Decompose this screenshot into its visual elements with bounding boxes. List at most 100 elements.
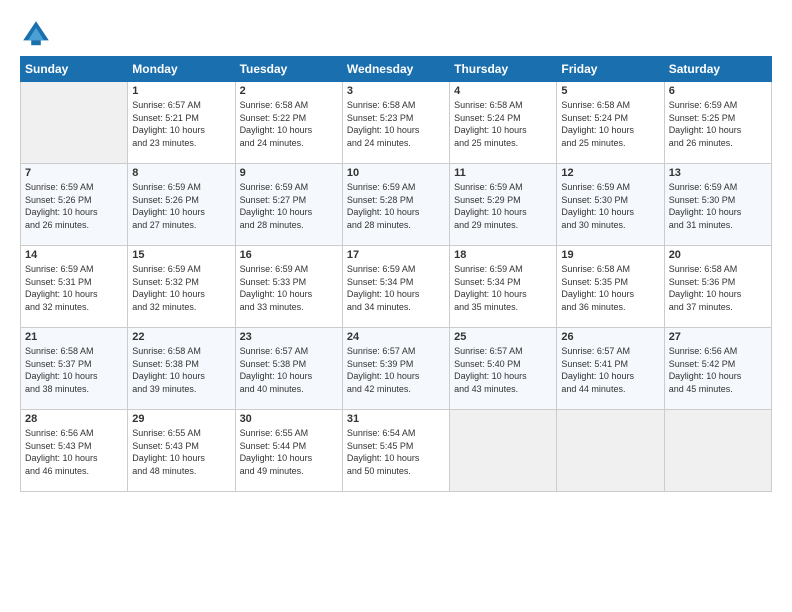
day-number: 17	[347, 249, 445, 261]
day-number: 27	[669, 331, 767, 343]
day-cell: 21 Sunrise: 6:58 AM Sunset: 5:37 PM Dayli…	[21, 328, 128, 410]
day-number: 3	[347, 85, 445, 97]
day-cell: 3 Sunrise: 6:58 AM Sunset: 5:23 PM Daylig…	[342, 82, 449, 164]
day-info: Sunrise: 6:59 AM Sunset: 5:28 PM Dayligh…	[347, 181, 445, 231]
header-day: Friday	[557, 57, 664, 82]
day-number: 30	[240, 413, 338, 425]
day-number: 2	[240, 85, 338, 97]
day-cell: 29 Sunrise: 6:55 AM Sunset: 5:43 PM Dayli…	[128, 410, 235, 492]
day-cell: 9 Sunrise: 6:59 AM Sunset: 5:27 PM Daylig…	[235, 164, 342, 246]
day-number: 12	[561, 167, 659, 179]
day-number: 22	[132, 331, 230, 343]
day-info: Sunrise: 6:57 AM Sunset: 5:41 PM Dayligh…	[561, 345, 659, 395]
day-info: Sunrise: 6:58 AM Sunset: 5:38 PM Dayligh…	[132, 345, 230, 395]
day-cell: 4 Sunrise: 6:58 AM Sunset: 5:24 PM Daylig…	[450, 82, 557, 164]
day-cell: 20 Sunrise: 6:58 AM Sunset: 5:36 PM Dayli…	[664, 246, 771, 328]
day-info: Sunrise: 6:55 AM Sunset: 5:44 PM Dayligh…	[240, 427, 338, 477]
day-cell: 7Sunrise: 6:59 AM Sunset: 5:26 PM Daylig…	[21, 164, 128, 246]
day-cell: 6 Sunrise: 6:59 AM Sunset: 5:25 PM Daylig…	[664, 82, 771, 164]
day-cell: 27 Sunrise: 6:56 AM Sunset: 5:42 PM Dayli…	[664, 328, 771, 410]
day-info: Sunrise: 6:58 AM Sunset: 5:24 PM Dayligh…	[454, 99, 552, 149]
header-day: Sunday	[21, 57, 128, 82]
logo-icon	[20, 18, 52, 50]
day-number: 10	[347, 167, 445, 179]
header-day: Saturday	[664, 57, 771, 82]
day-cell: 12 Sunrise: 6:59 AM Sunset: 5:30 PM Dayli…	[557, 164, 664, 246]
header-day: Thursday	[450, 57, 557, 82]
day-info: Sunrise: 6:59 AM Sunset: 5:30 PM Dayligh…	[561, 181, 659, 231]
day-info: Sunrise: 6:58 AM Sunset: 5:35 PM Dayligh…	[561, 263, 659, 313]
week-row: 1 Sunrise: 6:57 AM Sunset: 5:21 PM Daylig…	[21, 82, 772, 164]
day-number: 25	[454, 331, 552, 343]
day-cell	[664, 410, 771, 492]
day-info: Sunrise: 6:55 AM Sunset: 5:43 PM Dayligh…	[132, 427, 230, 477]
day-cell: 17 Sunrise: 6:59 AM Sunset: 5:34 PM Dayli…	[342, 246, 449, 328]
header-row: SundayMondayTuesdayWednesdayThursdayFrid…	[21, 57, 772, 82]
day-cell	[450, 410, 557, 492]
day-number: 29	[132, 413, 230, 425]
day-number: 4	[454, 85, 552, 97]
day-info: Sunrise: 6:59 AM Sunset: 5:27 PM Dayligh…	[240, 181, 338, 231]
day-cell: 10 Sunrise: 6:59 AM Sunset: 5:28 PM Dayli…	[342, 164, 449, 246]
day-cell: 15 Sunrise: 6:59 AM Sunset: 5:32 PM Dayli…	[128, 246, 235, 328]
day-cell: 14Sunrise: 6:59 AM Sunset: 5:31 PM Dayli…	[21, 246, 128, 328]
day-number: 23	[240, 331, 338, 343]
header-day: Wednesday	[342, 57, 449, 82]
day-number: 16	[240, 249, 338, 261]
day-number: 24	[347, 331, 445, 343]
day-info: Sunrise: 6:58 AM Sunset: 5:37 PM Dayligh…	[25, 345, 123, 395]
day-info: Sunrise: 6:58 AM Sunset: 5:23 PM Dayligh…	[347, 99, 445, 149]
day-number: 20	[669, 249, 767, 261]
day-number: 9	[240, 167, 338, 179]
day-number: 6	[669, 85, 767, 97]
day-info: Sunrise: 6:58 AM Sunset: 5:36 PM Dayligh…	[669, 263, 767, 313]
day-info: Sunrise: 6:59 AM Sunset: 5:31 PM Dayligh…	[25, 263, 123, 313]
day-cell: 31 Sunrise: 6:54 AM Sunset: 5:45 PM Dayli…	[342, 410, 449, 492]
week-row: 21 Sunrise: 6:58 AM Sunset: 5:37 PM Dayli…	[21, 328, 772, 410]
day-info: Sunrise: 6:59 AM Sunset: 5:34 PM Dayligh…	[454, 263, 552, 313]
day-info: Sunrise: 6:57 AM Sunset: 5:21 PM Dayligh…	[132, 99, 230, 149]
day-cell	[557, 410, 664, 492]
day-cell: 24 Sunrise: 6:57 AM Sunset: 5:39 PM Dayli…	[342, 328, 449, 410]
day-number: 18	[454, 249, 552, 261]
day-cell: 18 Sunrise: 6:59 AM Sunset: 5:34 PM Dayli…	[450, 246, 557, 328]
day-cell: 22 Sunrise: 6:58 AM Sunset: 5:38 PM Dayli…	[128, 328, 235, 410]
header-day: Monday	[128, 57, 235, 82]
day-info: Sunrise: 6:59 AM Sunset: 5:26 PM Dayligh…	[132, 181, 230, 231]
day-info: Sunrise: 6:59 AM Sunset: 5:32 PM Dayligh…	[132, 263, 230, 313]
day-info: Sunrise: 6:59 AM Sunset: 5:33 PM Dayligh…	[240, 263, 338, 313]
day-info: Sunrise: 6:57 AM Sunset: 5:39 PM Dayligh…	[347, 345, 445, 395]
day-cell: 16 Sunrise: 6:59 AM Sunset: 5:33 PM Dayli…	[235, 246, 342, 328]
day-info: Sunrise: 6:59 AM Sunset: 5:34 PM Dayligh…	[347, 263, 445, 313]
day-info: Sunrise: 6:58 AM Sunset: 5:22 PM Dayligh…	[240, 99, 338, 149]
day-cell: 11 Sunrise: 6:59 AM Sunset: 5:29 PM Dayli…	[450, 164, 557, 246]
day-number: 5	[561, 85, 659, 97]
day-info: Sunrise: 6:56 AM Sunset: 5:42 PM Dayligh…	[669, 345, 767, 395]
day-info: Sunrise: 6:59 AM Sunset: 5:29 PM Dayligh…	[454, 181, 552, 231]
day-cell: 23 Sunrise: 6:57 AM Sunset: 5:38 PM Dayli…	[235, 328, 342, 410]
day-number: 21	[25, 331, 123, 343]
week-row: 7 Sunrise: 6:59 AM Sunset: 5:26 PM Daylig…	[21, 164, 772, 246]
day-cell: 1 Sunrise: 6:57 AM Sunset: 5:21 PM Daylig…	[128, 82, 235, 164]
day-info: Sunrise: 6:57 AM Sunset: 5:40 PM Dayligh…	[454, 345, 552, 395]
day-number: 13	[669, 167, 767, 179]
day-number: 28	[25, 413, 123, 425]
day-info: Sunrise: 6:57 AM Sunset: 5:38 PM Dayligh…	[240, 345, 338, 395]
week-row: 14Sunrise: 6:59 AM Sunset: 5:31 PM Dayli…	[21, 246, 772, 328]
day-cell: 2 Sunrise: 6:58 AM Sunset: 5:22 PM Daylig…	[235, 82, 342, 164]
day-number: 7	[25, 167, 123, 179]
page: SundayMondayTuesdayWednesdayThursdayFrid…	[0, 0, 792, 502]
day-number: 31	[347, 413, 445, 425]
day-info: Sunrise: 6:56 AM Sunset: 5:43 PM Dayligh…	[25, 427, 123, 477]
day-number: 15	[132, 249, 230, 261]
day-cell: 25 Sunrise: 6:57 AM Sunset: 5:40 PM Dayli…	[450, 328, 557, 410]
day-number: 1	[132, 85, 230, 97]
day-cell: 13Sunrise: 6:59 AM Sunset: 5:30 PM Dayli…	[664, 164, 771, 246]
header-day: Tuesday	[235, 57, 342, 82]
day-info: Sunrise: 6:54 AM Sunset: 5:45 PM Dayligh…	[347, 427, 445, 477]
week-row: 28 Sunrise: 6:56 AM Sunset: 5:43 PM Dayli…	[21, 410, 772, 492]
day-cell: 8Sunrise: 6:59 AM Sunset: 5:26 PM Daylig…	[128, 164, 235, 246]
day-number: 11	[454, 167, 552, 179]
day-cell: 26Sunrise: 6:57 AM Sunset: 5:41 PM Dayli…	[557, 328, 664, 410]
day-info: Sunrise: 6:59 AM Sunset: 5:25 PM Dayligh…	[669, 99, 767, 149]
